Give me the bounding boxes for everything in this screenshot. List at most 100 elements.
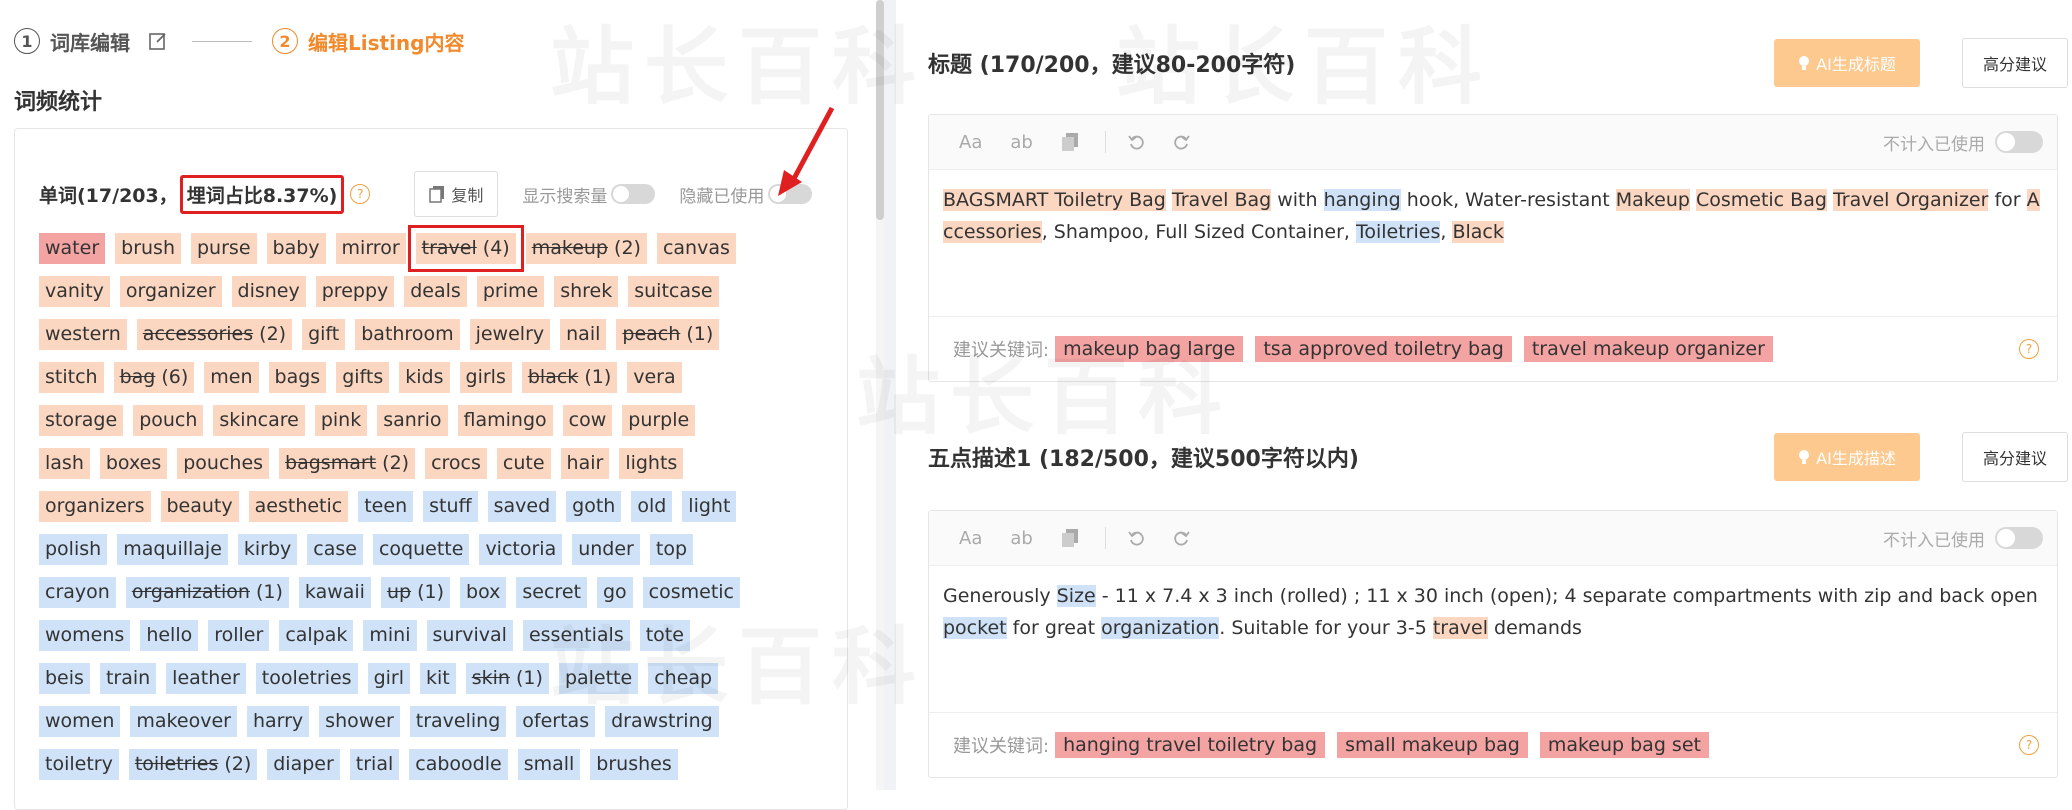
undo-icon[interactable] [1128,529,1146,547]
step-2[interactable]: 2 编辑Listing内容 [272,27,464,56]
redo-icon[interactable] [1172,529,1190,547]
keyword-tag[interactable]: bag (6) [113,362,195,393]
keyword-tag[interactable]: disney [231,276,306,307]
keyword-tag[interactable]: shrek [554,276,619,307]
keyword-tag[interactable]: cute [496,448,551,479]
keyword-tag[interactable]: brushes [590,749,678,780]
keyword-tag[interactable]: survival [426,620,513,651]
title-advice-button[interactable]: 高分建议 [1962,38,2068,88]
keyword-tag[interactable]: coquette [372,534,470,565]
keyword-tag[interactable]: bagsmart (2) [279,448,416,479]
keyword-tag[interactable]: water [39,233,106,264]
keyword-tag[interactable]: mini [363,620,417,651]
ai-generate-desc-button[interactable]: AI生成描述 [1774,433,1920,481]
edit-icon[interactable] [148,31,168,51]
bullet-advice-button[interactable]: 高分建议 [1962,432,2068,482]
keyword-tag[interactable]: mirror [335,233,406,264]
keyword-tag[interactable]: organization (1) [125,577,289,608]
keyword-tag[interactable]: tooletries [255,663,358,694]
keyword-tag[interactable]: accessories (2) [136,319,293,350]
keyword-tag[interactable]: secret [516,577,587,608]
keyword-tag[interactable]: essentials [522,620,630,651]
keyword-tag[interactable]: bags [268,362,327,393]
keyword-tag[interactable]: roller [208,620,270,651]
keyword-tag[interactable]: beauty [160,491,239,522]
keyword-tag[interactable]: lights [619,448,684,479]
keyword-tag[interactable]: crocs [425,448,487,479]
copy-icon[interactable] [1061,528,1079,548]
keyword-tag[interactable]: polish [39,534,108,565]
keyword-tag[interactable]: traveling [409,706,507,737]
suggest-keyword[interactable]: small makeup bag [1337,732,1528,758]
ai-generate-title-button[interactable]: AI生成标题 [1774,39,1920,87]
keyword-tag[interactable]: maquillaje [117,534,228,565]
help-icon[interactable]: ? [2019,339,2039,359]
show-search-toggle[interactable] [611,184,656,204]
keyword-tag[interactable]: hello [140,620,199,651]
keyword-tag[interactable]: bathroom [355,319,460,350]
not-count-toggle[interactable] [1995,527,2043,549]
case-ab-button[interactable]: ab [1010,528,1032,549]
keyword-tag[interactable]: harry [246,706,310,737]
keyword-tag[interactable]: peach (1) [616,319,720,350]
copy-button[interactable]: 复制 [414,171,499,217]
keyword-tag[interactable]: palette [558,663,639,694]
keyword-tag[interactable]: vanity [39,276,110,307]
case-aa-button[interactable]: Aa [959,528,982,549]
copy-icon[interactable] [1061,132,1079,152]
keyword-tag[interactable]: light [682,491,737,522]
keyword-tag[interactable]: toiletry [39,749,119,780]
suggest-keyword[interactable]: hanging travel toiletry bag [1055,732,1326,758]
keyword-tag[interactable]: shower [319,706,400,737]
keyword-tag[interactable]: goth [566,491,622,522]
keyword-tag[interactable]: up (1) [380,577,451,608]
keyword-tag[interactable]: box [460,577,507,608]
not-count-toggle[interactable] [1995,131,2043,153]
keyword-tag[interactable]: teen [358,491,414,522]
keyword-tag[interactable]: beis [39,663,90,694]
keyword-tag[interactable]: leather [166,663,246,694]
keyword-tag[interactable]: stitch [39,362,104,393]
keyword-tag[interactable]: under [572,534,640,565]
title-text[interactable]: BAGSMART Toiletry Bag Travel Bag with ha… [929,170,2057,248]
keyword-tag[interactable]: women [39,706,121,737]
keyword-tag[interactable]: pouch [133,405,204,436]
keyword-tag[interactable]: victoria [479,534,563,565]
keyword-tag[interactable]: aesthetic [248,491,349,522]
keyword-tag[interactable]: skin (1) [465,663,549,694]
keyword-tag[interactable]: travel (4) [407,225,524,272]
keyword-tag[interactable]: pink [314,405,368,436]
keyword-tag[interactable]: preppy [315,276,395,307]
keyword-tag[interactable]: stuff [423,491,478,522]
keyword-tag[interactable]: girl [367,663,411,694]
keyword-tag[interactable]: baby [266,233,326,264]
keyword-tag[interactable]: organizers [39,491,151,522]
step-1[interactable]: 1 词库编辑 [14,27,168,56]
keyword-tag[interactable]: toiletries (2) [128,749,258,780]
keyword-tag[interactable]: flamingo [457,405,553,436]
keyword-tag[interactable]: makeup (2) [525,233,647,264]
suggest-keyword[interactable]: travel makeup organizer [1523,336,1773,362]
keyword-tag[interactable]: organizer [119,276,222,307]
keyword-tag[interactable]: gifts [336,362,390,393]
keyword-tag[interactable]: caboodle [409,749,508,780]
help-icon[interactable]: ? [350,184,371,204]
keyword-tag[interactable]: cosmetic [642,577,740,608]
keyword-tag[interactable]: cow [562,405,613,436]
keyword-tag[interactable]: hair [560,448,610,479]
keyword-tag[interactable]: trial [349,749,400,780]
keyword-tag[interactable]: deals [404,276,467,307]
keyword-tag[interactable]: kids [399,362,450,393]
keyword-tag[interactable]: case [307,534,363,565]
keyword-tag[interactable]: kirby [237,534,298,565]
keyword-tag[interactable]: gift [302,319,346,350]
keyword-tag[interactable]: vera [627,362,682,393]
keyword-tag[interactable]: drawstring [605,706,719,737]
keyword-tag[interactable]: suitcase [628,276,719,307]
keyword-tag[interactable]: go [596,577,633,608]
keyword-tag[interactable]: prime [476,276,545,307]
suggest-keyword[interactable]: tsa approved toiletry bag [1255,336,1512,362]
keyword-tag[interactable]: saved [487,491,557,522]
keyword-tag[interactable]: makeover [130,706,237,737]
keyword-tag[interactable]: small [517,749,581,780]
